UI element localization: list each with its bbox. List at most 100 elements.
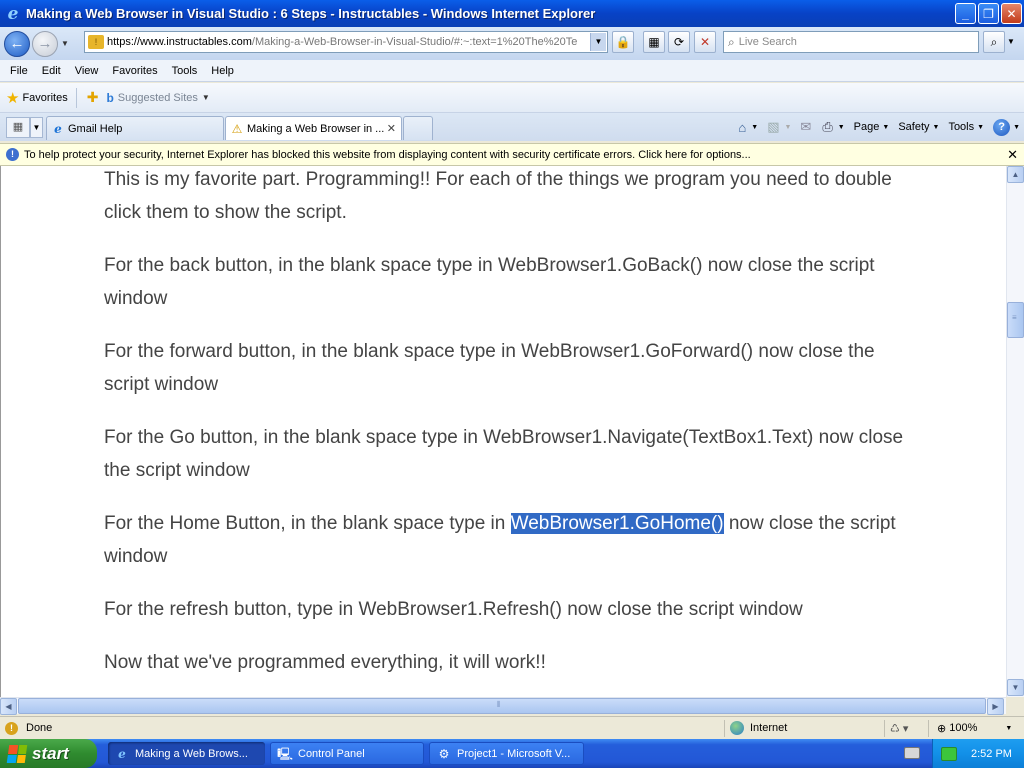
window-title: Making a Web Browser in Visual Studio : …: [26, 6, 596, 21]
suggested-sites-link[interactable]: Suggested Sites: [118, 92, 198, 104]
horizontal-scrollbar[interactable]: ◀ ⦀ ▶: [0, 697, 1006, 715]
minimize-button[interactable]: _: [955, 3, 976, 24]
address-url[interactable]: https://www.instructables.com/Making-a-W…: [107, 36, 587, 48]
rss-feed-icon: ▧: [767, 119, 780, 134]
help-menu[interactable]: ? ▼: [993, 118, 1020, 136]
tab-row: ▦ ▼ e Gmail Help ⚠ Making a Web Browser …: [0, 113, 1024, 141]
search-button[interactable]: ⌕: [983, 31, 1005, 53]
vertical-scrollbar[interactable]: ▲ ≡ ▼: [1006, 166, 1024, 697]
ie-page-icon: e: [54, 121, 62, 136]
security-shield-icon: !: [6, 148, 19, 161]
security-zone[interactable]: Internet: [730, 721, 787, 735]
menu-edit[interactable]: Edit: [35, 65, 68, 77]
home-button[interactable]: ⌂ ▼: [738, 120, 758, 135]
address-path: /Making-a-Web-Browser-in-Visual-Studio/#…: [251, 36, 578, 48]
forward-button[interactable]: →: [32, 30, 58, 57]
taskbar-button-label: Control Panel: [298, 747, 365, 760]
scroll-right-button[interactable]: ▶: [987, 698, 1004, 715]
title-bar: e Making a Web Browser in Visual Studio …: [0, 0, 1024, 27]
search-box[interactable]: ⌕ Live Search: [723, 31, 979, 53]
add-to-favorites-icon[interactable]: ✚: [87, 89, 99, 106]
search-options-dropdown[interactable]: ▼: [1007, 37, 1015, 46]
read-mail-button[interactable]: ✉: [800, 119, 813, 135]
close-information-bar-icon[interactable]: ✕: [1007, 147, 1018, 163]
taskbar-button-ie[interactable]: e Making a Web Brows...: [108, 742, 265, 765]
network-icon[interactable]: [941, 746, 957, 761]
zoom-label: 100%: [949, 722, 978, 734]
tab-gmail-help[interactable]: e Gmail Help: [46, 116, 224, 140]
address-bar[interactable]: ! https://www.instructables.com/Making-a…: [84, 31, 608, 53]
command-bar: ⌂ ▼ ▧ ▼ ✉ ⎙ ▼ Page ▼ Safety ▼ Tools ▼ ? ▼: [729, 117, 1020, 137]
start-label: start: [32, 743, 69, 763]
safety-menu[interactable]: Safety ▼: [898, 121, 939, 133]
recent-pages-dropdown[interactable]: ▼: [61, 39, 69, 48]
home-icon: ⌂: [738, 119, 747, 135]
taskbar-button-visual-studio[interactable]: ⚙ Project1 - Microsoft V...: [429, 742, 584, 765]
stop-icon[interactable]: ✕: [694, 31, 716, 53]
printer-icon: ⎙: [822, 119, 833, 134]
address-dropdown[interactable]: ▼: [590, 33, 606, 51]
close-tab-icon[interactable]: ✕: [387, 122, 396, 135]
suggested-sites-dropdown[interactable]: ▼: [202, 93, 210, 102]
menu-tools[interactable]: Tools: [165, 65, 205, 77]
address-host: https://www.instructables.com: [107, 36, 252, 48]
protected-mode-icon[interactable]: ♺ ▾: [890, 722, 908, 735]
refresh-icon[interactable]: ⟳: [668, 31, 690, 53]
new-tab-button[interactable]: [403, 116, 433, 140]
home-text-before: For the Home Button, in the blank space …: [104, 513, 511, 534]
status-bar: ! Done Internet ♺ ▾ ⊕ 100% ▼: [0, 716, 1024, 739]
taskbar-button-label: Project1 - Microsoft V...: [457, 747, 571, 760]
internet-explorer-icon: e: [7, 3, 19, 24]
compatibility-view-icon[interactable]: ▦: [643, 31, 665, 53]
menu-view[interactable]: View: [68, 65, 106, 77]
page-content: This is my favorite part. Programming!! …: [0, 166, 1006, 697]
tab-list-dropdown[interactable]: ▼: [30, 117, 43, 138]
information-bar-message[interactable]: To help protect your security, Internet …: [24, 149, 751, 161]
favorites-star-icon: ★: [6, 89, 20, 107]
scroll-up-button[interactable]: ▲: [1007, 166, 1024, 183]
internet-zone-icon: [730, 721, 744, 735]
restore-button[interactable]: ❐: [978, 3, 999, 24]
page-error-icon: !: [5, 721, 18, 735]
vertical-scroll-thumb[interactable]: ≡: [1007, 302, 1024, 338]
scroll-left-button[interactable]: ◀: [0, 698, 17, 715]
start-button[interactable]: start: [0, 739, 97, 768]
menu-help[interactable]: Help: [204, 65, 241, 77]
feeds-button[interactable]: ▧ ▼: [767, 119, 791, 135]
tab-label: Making a Web Browser in ...: [247, 122, 385, 135]
control-panel-icon: 🖳: [277, 746, 294, 761]
window-controls: _ ❐ ✕: [955, 3, 1022, 24]
security-lock-icon[interactable]: 🔒: [612, 31, 634, 53]
selected-text: WebBrowser1.GoHome(): [510, 513, 724, 534]
status-divider: [884, 720, 885, 737]
back-button[interactable]: ←: [4, 30, 30, 57]
certificate-error-icon: !: [88, 35, 104, 49]
tab-label: Gmail Help: [68, 122, 123, 135]
favorites-separator: [75, 87, 77, 108]
print-button[interactable]: ⎙ ▼: [822, 119, 844, 135]
status-text: Done: [26, 722, 53, 734]
page-menu[interactable]: Page ▼: [854, 121, 890, 133]
menu-favorites[interactable]: Favorites: [105, 65, 164, 77]
scroll-down-button[interactable]: ▼: [1007, 679, 1024, 696]
page-menu-label: Page: [853, 121, 880, 133]
favorites-button[interactable]: Favorites: [22, 92, 67, 104]
zoom-level[interactable]: ⊕ 100% ▼: [937, 722, 1012, 735]
safety-menu-label: Safety: [898, 121, 930, 133]
tab-making-web-browser[interactable]: ⚠ Making a Web Browser in ... ✕: [225, 116, 402, 140]
clock[interactable]: 2:52 PM: [971, 748, 1012, 760]
tools-menu-label: Tools: [948, 121, 975, 133]
mail-icon: ✉: [800, 119, 812, 134]
information-bar[interactable]: ! To help protect your security, Interne…: [0, 143, 1024, 166]
menu-file[interactable]: File: [3, 65, 35, 77]
zoom-dropdown[interactable]: ▼: [1005, 725, 1012, 732]
visual-studio-icon: ⚙: [438, 746, 450, 761]
navigation-bar: ← → ▼ ! https://www.instructables.com/Ma…: [0, 27, 1024, 60]
help-icon: ?: [993, 118, 1011, 136]
horizontal-scroll-thumb[interactable]: ⦀: [18, 698, 986, 714]
close-button[interactable]: ✕: [1001, 3, 1022, 24]
tools-menu[interactable]: Tools ▼: [948, 121, 984, 133]
keyboard-language-icon[interactable]: [904, 747, 920, 759]
quick-tabs-button[interactable]: ▦: [6, 117, 30, 138]
taskbar-button-control-panel[interactable]: 🖳 Control Panel: [270, 742, 424, 765]
